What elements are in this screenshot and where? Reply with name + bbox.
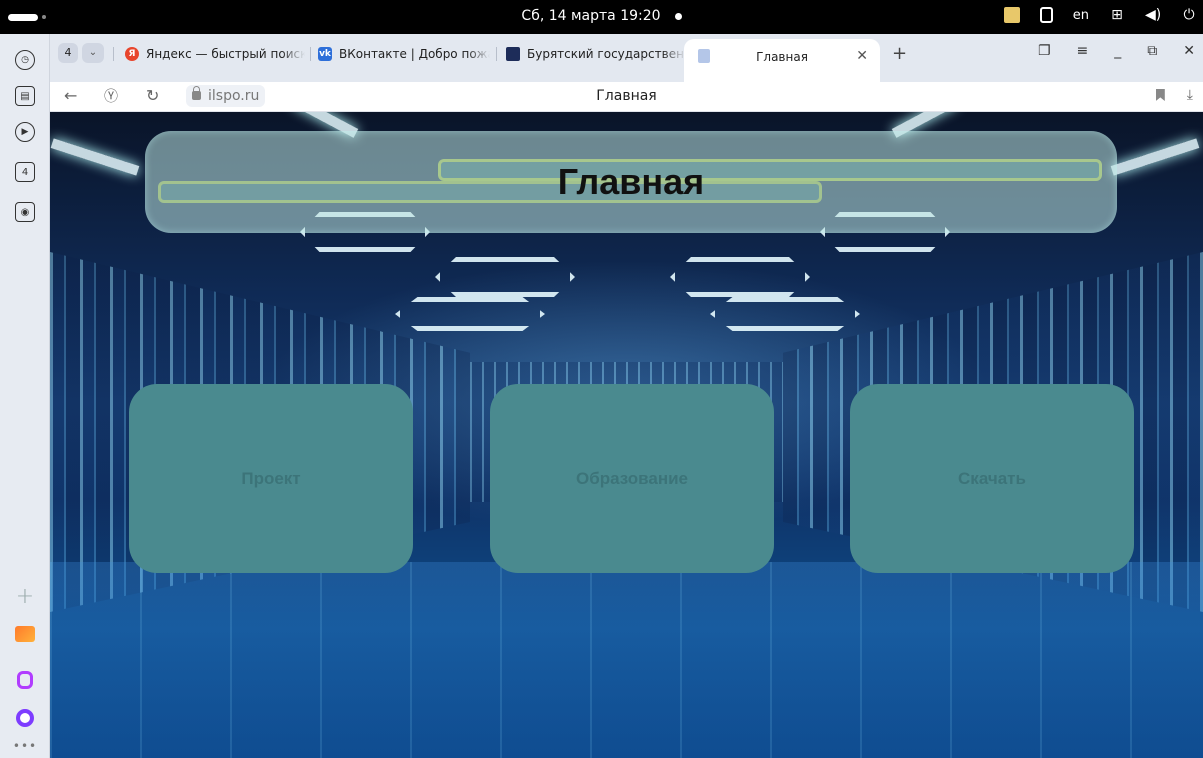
- tab-yandex[interactable]: Я Яндекс — быстрый поиск: [125, 43, 305, 65]
- vk-icon: vk: [318, 47, 332, 61]
- more-icon[interactable]: •••: [13, 736, 36, 756]
- menu-icon[interactable]: ≡: [1077, 43, 1089, 59]
- page-title: Главная: [557, 161, 705, 202]
- tab-vk[interactable]: vk ВКонтакте | Добро пожаловать: [318, 43, 490, 65]
- recording-dot-icon: [674, 12, 682, 20]
- minimize-icon[interactable]: _: [1114, 43, 1121, 59]
- download-icon[interactable]: ⤓: [1187, 87, 1193, 103]
- volume-icon[interactable]: ◀): [1145, 7, 1161, 23]
- screenshot-icon[interactable]: ◉: [15, 202, 35, 222]
- tab-count-button[interactable]: 4: [58, 43, 78, 63]
- market-icon[interactable]: [15, 670, 35, 690]
- site-icon: [506, 47, 520, 61]
- education-card-button[interactable]: Образование: [490, 384, 774, 573]
- os-top-bar: Сб, 14 марта 19:20 en ⊞ ◀) ⏻: [0, 0, 1203, 34]
- project-card-button[interactable]: Проект: [129, 384, 413, 573]
- header-card: Главная: [145, 131, 1117, 233]
- download-card-button[interactable]: Скачать: [850, 384, 1134, 573]
- tab-separator: [113, 47, 114, 61]
- restore-icon[interactable]: ⧉: [1147, 43, 1157, 59]
- yandex-icon: Я: [125, 47, 139, 61]
- system-tray: en ⊞ ◀) ⏻: [1003, 7, 1197, 23]
- tab-label: Бурятский государственный: [527, 47, 686, 61]
- clipboard-icon[interactable]: [1039, 7, 1053, 23]
- address-bar: ← Ⓨ ↻ ilspo.ru Главная ⤓: [50, 82, 1203, 112]
- collections-icon[interactable]: ▤: [15, 86, 35, 106]
- new-tab-button[interactable]: +: [892, 43, 907, 64]
- mail-icon[interactable]: [15, 624, 35, 644]
- play-icon[interactable]: ▶: [15, 122, 35, 142]
- tab-separator: [496, 47, 497, 61]
- close-tab-icon[interactable]: ✕: [856, 48, 868, 64]
- browser-sidebar: ◷ ▤ ▶ 4 ◉ + •••: [0, 34, 50, 758]
- tab-label: ВКонтакте | Добро пожаловать: [339, 47, 490, 61]
- network-icon[interactable]: ⊞: [1109, 7, 1125, 23]
- address-actions: ⤓: [1155, 87, 1193, 103]
- alice-icon[interactable]: [15, 708, 35, 728]
- window-controls: ❐ ≡ _ ⧉ ✕: [1038, 43, 1195, 59]
- add-panel-icon[interactable]: +: [15, 584, 35, 609]
- tab-label: Яндекс — быстрый поиск: [146, 47, 305, 61]
- tabs-overview-icon[interactable]: ❐: [1038, 43, 1051, 59]
- page-viewport: Главная Проект Образование Скачать: [50, 112, 1203, 758]
- close-window-icon[interactable]: ✕: [1183, 43, 1195, 59]
- tab-bsu[interactable]: Бурятский государственный: [506, 43, 686, 65]
- tab-label: Главная: [756, 50, 808, 64]
- tab-list-dropdown-icon[interactable]: ⌄: [82, 43, 104, 63]
- keyboard-layout[interactable]: en: [1073, 8, 1089, 23]
- tray-app-icon[interactable]: [1003, 7, 1020, 23]
- power-icon[interactable]: ⏻: [1181, 7, 1197, 23]
- tab-separator: [310, 47, 311, 61]
- calendar-icon[interactable]: 4: [15, 162, 35, 182]
- bookmark-icon[interactable]: [1155, 89, 1165, 101]
- history-icon[interactable]: ◷: [15, 50, 35, 70]
- tab-active[interactable]: Главная ✕: [684, 39, 880, 82]
- clock-text: Сб, 14 марта 19:20: [521, 8, 661, 24]
- tab-strip: 4 ⌄ Я Яндекс — быстрый поиск vk ВКонтакт…: [50, 34, 1203, 82]
- address-page-title: Главная: [596, 88, 657, 104]
